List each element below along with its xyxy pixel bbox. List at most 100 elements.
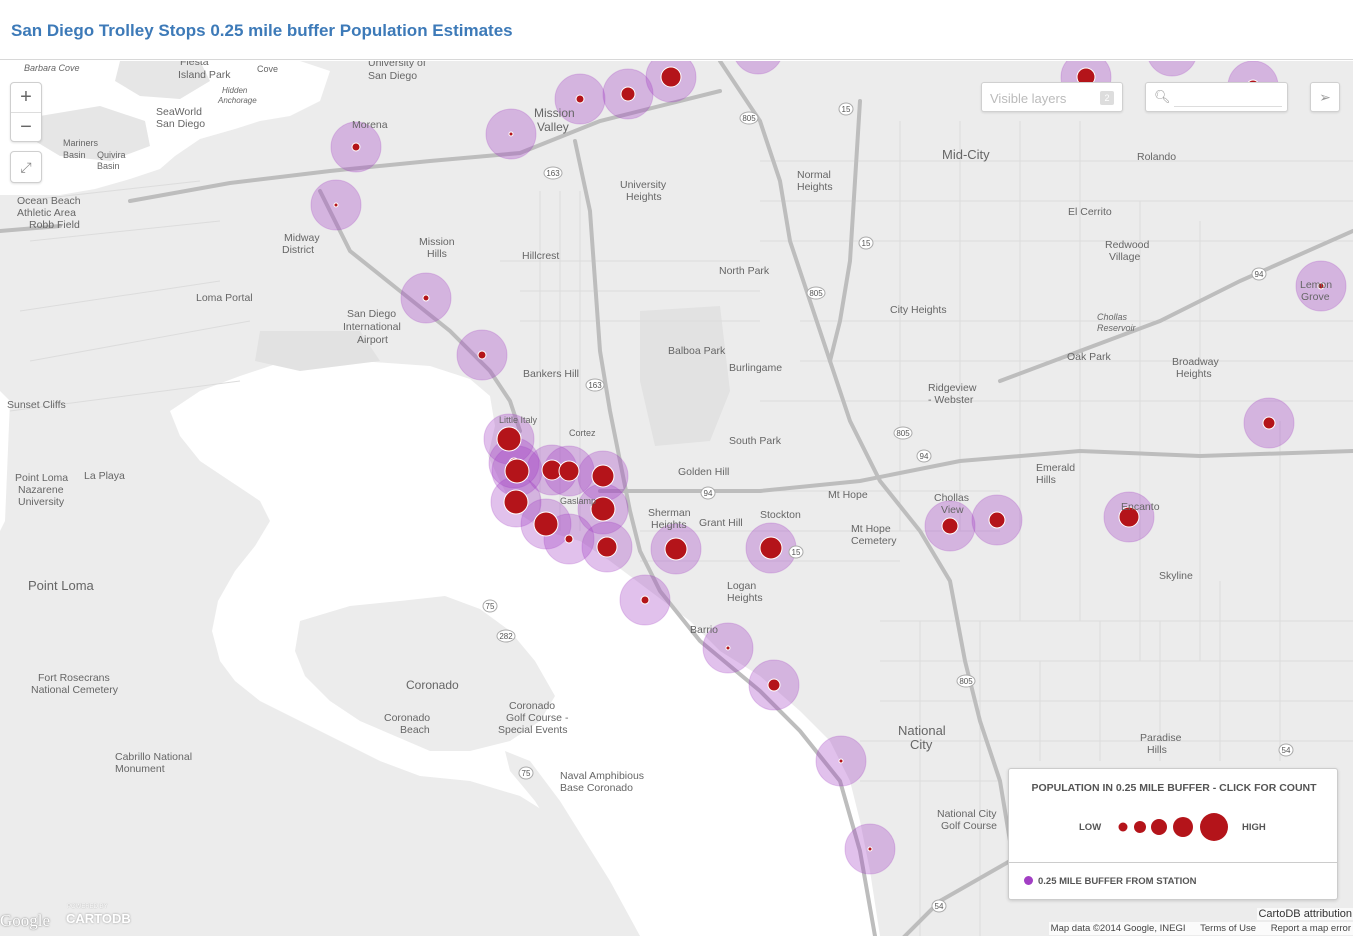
svg-text:Cove: Cove bbox=[257, 64, 278, 74]
legend-dot-3 bbox=[1151, 819, 1167, 835]
svg-text:Normal: Normal bbox=[797, 169, 831, 181]
svg-text:San Diego: San Diego bbox=[347, 308, 396, 320]
page-title: San Diego Trolley Stops 0.25 mile buffer… bbox=[11, 21, 513, 40]
svg-text:Emerald: Emerald bbox=[1036, 462, 1075, 474]
legend-high-label: HIGH bbox=[1242, 822, 1266, 833]
buffer-legend-label: 0.25 MILE BUFFER FROM STATION bbox=[1038, 876, 1197, 887]
svg-text:Rolando: Rolando bbox=[1137, 151, 1176, 163]
svg-text:15: 15 bbox=[842, 105, 851, 114]
svg-text:163: 163 bbox=[588, 381, 602, 390]
legend-low-label: LOW bbox=[1079, 822, 1102, 833]
svg-text:54: 54 bbox=[1282, 746, 1291, 755]
svg-text:El Cerrito: El Cerrito bbox=[1068, 206, 1112, 218]
svg-text:Mission: Mission bbox=[419, 236, 455, 248]
map-data-bar: Map data ©2014 Google, INEGI Terms of Us… bbox=[1048, 922, 1353, 935]
svg-text:Little Italy: Little Italy bbox=[499, 415, 538, 425]
top-bar: San Diego Trolley Stops 0.25 mile buffer… bbox=[0, 0, 1353, 60]
cartodb-attribution-link[interactable]: CartoDB attribution bbox=[1257, 908, 1353, 920]
svg-text:Mid-City: Mid-City bbox=[942, 147, 990, 162]
svg-text:La Playa: La Playa bbox=[84, 470, 125, 482]
svg-text:Athletic Area: Athletic Area bbox=[17, 207, 76, 219]
svg-text:Anchorage: Anchorage bbox=[217, 96, 257, 105]
svg-text:Gaslamp: Gaslamp bbox=[560, 496, 596, 506]
svg-text:15: 15 bbox=[792, 548, 801, 557]
zoom-out-button[interactable]: − bbox=[11, 112, 41, 142]
svg-text:South Park: South Park bbox=[729, 435, 782, 447]
svg-text:Mt Hope: Mt Hope bbox=[828, 489, 868, 501]
svg-text:Basin: Basin bbox=[63, 150, 86, 160]
svg-text:Cortez: Cortez bbox=[569, 428, 596, 438]
cartodb-logo[interactable]: CARTODB bbox=[66, 911, 131, 926]
svg-text:Hills: Hills bbox=[1147, 744, 1167, 756]
report-error-link[interactable]: Report a map error bbox=[1271, 923, 1351, 934]
svg-text:Paradise: Paradise bbox=[1140, 732, 1182, 744]
svg-text:Airport: Airport bbox=[357, 334, 388, 346]
zoom-in-button[interactable]: + bbox=[11, 83, 41, 112]
svg-text:Nazarene: Nazarene bbox=[18, 484, 64, 496]
svg-text:Valley: Valley bbox=[537, 120, 569, 134]
svg-text:Point Loma: Point Loma bbox=[15, 472, 68, 484]
svg-text:Grove: Grove bbox=[1301, 291, 1330, 303]
svg-text:Heights: Heights bbox=[727, 592, 763, 604]
svg-text:Morena: Morena bbox=[352, 119, 388, 131]
svg-text:15: 15 bbox=[862, 239, 871, 248]
svg-text:Fort Rosecrans: Fort Rosecrans bbox=[38, 672, 110, 684]
share-button[interactable]: ➢ bbox=[1310, 82, 1340, 112]
svg-text:Reservoir: Reservoir bbox=[1097, 323, 1137, 333]
legend-divider bbox=[1009, 862, 1337, 863]
svg-text:Bankers Hill: Bankers Hill bbox=[523, 368, 579, 380]
svg-text:Chollas: Chollas bbox=[934, 492, 969, 504]
svg-text:Coronado: Coronado bbox=[406, 678, 459, 692]
layers-count-badge: 2 bbox=[1100, 91, 1114, 105]
visible-layers-selector[interactable]: Visible layers 2 bbox=[981, 82, 1123, 112]
svg-text:Golf Course -: Golf Course - bbox=[506, 712, 569, 724]
svg-text:Logan: Logan bbox=[727, 580, 756, 592]
fullscreen-button[interactable]: ⤢ bbox=[10, 151, 42, 183]
svg-text:Midway: Midway bbox=[284, 232, 320, 244]
svg-text:Balboa Park: Balboa Park bbox=[668, 345, 726, 357]
svg-text:Heights: Heights bbox=[1176, 368, 1212, 380]
search-input[interactable] bbox=[1174, 90, 1282, 107]
svg-text:75: 75 bbox=[486, 602, 495, 611]
svg-text:94: 94 bbox=[1255, 270, 1264, 279]
google-logo[interactable]: Google bbox=[0, 911, 50, 931]
svg-text:Heights: Heights bbox=[797, 181, 833, 193]
svg-text:Burlingame: Burlingame bbox=[729, 362, 782, 374]
legend-title: POPULATION IN 0.25 MILE BUFFER - CLICK F… bbox=[1031, 782, 1317, 794]
svg-text:Chollas: Chollas bbox=[1097, 312, 1128, 322]
send-icon: ➢ bbox=[1319, 89, 1331, 105]
terms-link[interactable]: Terms of Use bbox=[1200, 923, 1256, 934]
layers-label: Visible layers bbox=[990, 91, 1067, 106]
svg-text:Coronado: Coronado bbox=[509, 700, 555, 712]
map-data-text: Map data ©2014 Google, INEGI bbox=[1050, 923, 1186, 934]
svg-text:Barbara Cove: Barbara Cove bbox=[24, 63, 80, 73]
svg-text:94: 94 bbox=[920, 452, 929, 461]
svg-text:National: National bbox=[898, 723, 946, 738]
svg-text:University: University bbox=[18, 496, 65, 508]
svg-text:Monument: Monument bbox=[115, 763, 165, 775]
svg-text:San Diego: San Diego bbox=[368, 70, 417, 82]
svg-text:Oak Park: Oak Park bbox=[1067, 351, 1112, 363]
svg-text:National Cemetery: National Cemetery bbox=[31, 684, 119, 696]
svg-text:Ridgeview: Ridgeview bbox=[928, 382, 977, 394]
svg-text:Mission: Mission bbox=[534, 106, 575, 120]
svg-text:City: City bbox=[910, 737, 933, 752]
svg-text:Island Park: Island Park bbox=[178, 69, 231, 81]
map-legend[interactable]: POPULATION IN 0.25 MILE BUFFER - CLICK F… bbox=[1008, 768, 1338, 900]
svg-text:Skyline: Skyline bbox=[1159, 570, 1193, 582]
svg-text:75: 75 bbox=[522, 769, 531, 778]
svg-text:Cemetery: Cemetery bbox=[851, 535, 897, 547]
svg-text:Naval Amphibious: Naval Amphibious bbox=[560, 770, 644, 782]
expand-icon: ⤢ bbox=[20, 159, 32, 175]
svg-text:Basin: Basin bbox=[97, 161, 120, 171]
legend-dot-1 bbox=[1118, 822, 1128, 832]
svg-text:Coronado: Coronado bbox=[384, 712, 430, 724]
svg-text:Hills: Hills bbox=[1036, 474, 1056, 486]
svg-text:Cabrillo National: Cabrillo National bbox=[115, 751, 192, 763]
svg-text:Village: Village bbox=[1109, 251, 1140, 263]
svg-text:Beach: Beach bbox=[400, 724, 430, 736]
svg-text:Point Loma: Point Loma bbox=[28, 578, 95, 593]
svg-text:City Heights: City Heights bbox=[890, 304, 947, 316]
map-canvas[interactable]: Barbara Cove Fiesta Island Park Cove Univ… bbox=[0, 61, 1353, 936]
svg-text:Golf Course: Golf Course bbox=[941, 820, 997, 832]
